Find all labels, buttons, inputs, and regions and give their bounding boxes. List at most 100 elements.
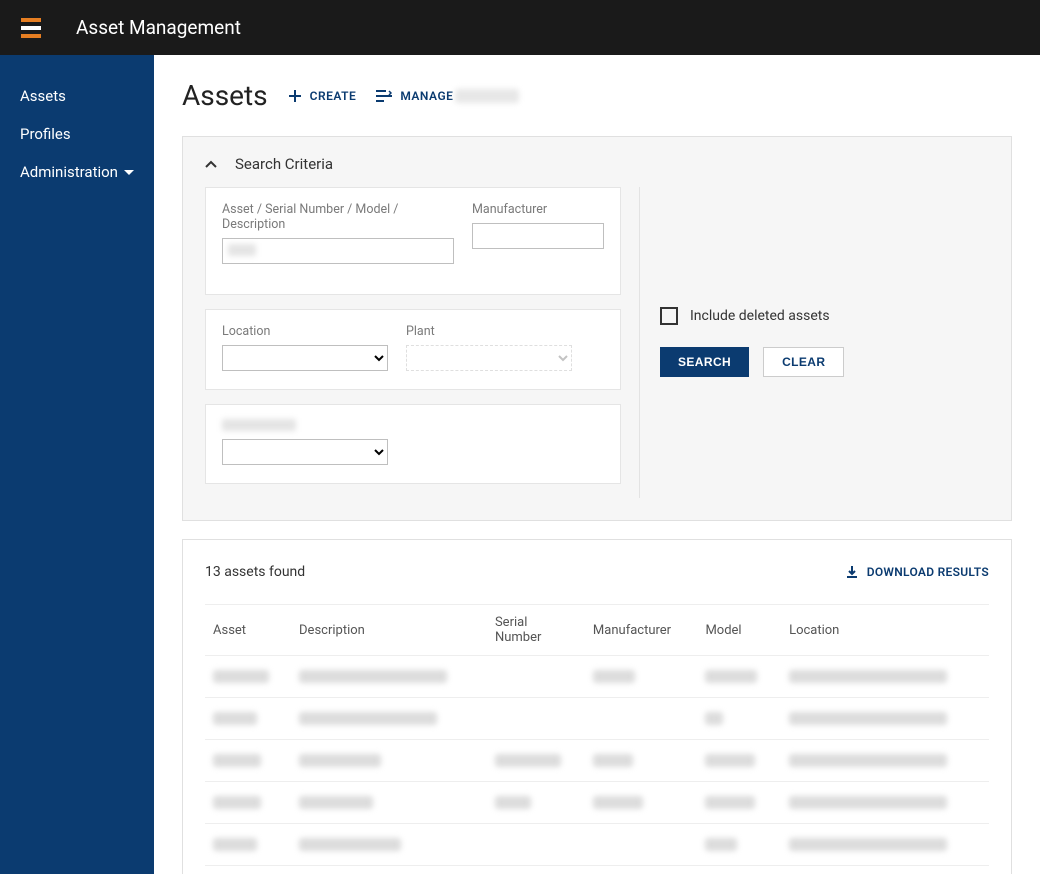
table-cell [781,824,989,866]
redacted-text [455,89,519,103]
plus-icon [288,89,302,103]
page-title: Assets [182,79,268,112]
table-cell [585,656,698,698]
asset-field-label: Asset / Serial Number / Model / Descript… [222,202,454,232]
app-logo [16,13,46,43]
redacted-text [789,670,947,683]
clear-button[interactable]: CLEAR [763,347,844,377]
search-card-location: Location Plant [205,309,621,390]
sidebar-item-profiles[interactable]: Profiles [0,115,154,153]
table-cell [697,740,781,782]
include-deleted-label: Include deleted assets [690,308,830,324]
manage-button[interactable]: MANAGE [376,89,519,103]
sidebar-item-label: Administration [20,163,118,181]
table-cell [291,656,487,698]
table-cell [205,824,291,866]
redacted-text [213,796,261,809]
top-bar: Asset Management [0,0,1040,55]
redacted-text [299,670,447,683]
create-label: CREATE [310,89,357,103]
redacted-text [299,838,401,851]
sidebar-item-administration[interactable]: Administration [0,153,154,191]
plant-select [406,345,572,371]
table-cell [487,698,585,740]
download-results-button[interactable]: DOWNLOAD RESULTS [845,565,989,579]
table-row[interactable] [205,698,989,740]
redacted-text [495,754,561,767]
redacted-text [213,712,257,725]
redacted-label [222,419,296,431]
table-cell [205,656,291,698]
page-header: Assets CREATE MANAGE [182,79,1012,112]
redacted-text [593,796,643,809]
redacted-text [299,754,381,767]
manage-label: MANAGE [400,89,453,103]
app-title: Asset Management [76,16,241,39]
table-cell [585,782,698,824]
redacted-text [705,754,755,767]
location-select[interactable] [222,345,388,371]
redacted-text [789,754,947,767]
download-label: DOWNLOAD RESULTS [867,565,989,579]
table-cell [291,698,487,740]
col-serial: Serial Number [487,605,585,656]
col-manufacturer: Manufacturer [585,605,698,656]
table-cell [487,782,585,824]
search-button[interactable]: SEARCH [660,347,749,377]
table-cell [697,824,781,866]
list-icon [376,90,392,102]
collapse-toggle[interactable] [205,160,217,168]
search-card-extra [205,404,621,484]
location-field-label: Location [222,324,388,339]
download-icon [845,565,859,579]
table-cell [781,782,989,824]
table-cell [487,740,585,782]
chevron-down-icon [124,170,134,175]
redacted-text [299,712,437,725]
table-cell [291,740,487,782]
redacted-text [789,712,947,725]
search-panel-title: Search Criteria [235,155,333,173]
redacted-text [213,838,257,851]
redacted-text [705,796,755,809]
results-count: 13 assets found [205,564,305,580]
table-cell [697,698,781,740]
table-cell [585,824,698,866]
search-card-text: Asset / Serial Number / Model / Descript… [205,187,621,295]
extra-select[interactable] [222,439,388,465]
table-cell [781,656,989,698]
table-row[interactable] [205,656,989,698]
redacted-text [299,796,373,809]
search-panel-header: Search Criteria [205,155,989,173]
table-row[interactable] [205,824,989,866]
manufacturer-input[interactable] [472,223,604,249]
table-row[interactable] [205,782,989,824]
col-asset: Asset [205,605,291,656]
include-deleted-checkbox[interactable] [660,307,678,325]
table-cell [585,698,698,740]
col-model: Model [697,605,781,656]
sidebar: Assets Profiles Administration [0,55,154,874]
create-button[interactable]: CREATE [288,89,357,103]
search-panel: Search Criteria Asset / Serial Number / … [182,136,1012,521]
table-cell [205,698,291,740]
redacted-text [593,670,635,683]
table-cell [585,740,698,782]
redacted-text [213,670,269,683]
redacted-text [705,838,737,851]
redacted-text [213,754,261,767]
table-row[interactable] [205,740,989,782]
sidebar-item-assets[interactable]: Assets [0,77,154,115]
asset-search-input[interactable] [222,238,454,264]
redacted-text [705,712,723,725]
content: Assets CREATE MANAGE Search Criter [154,55,1040,874]
table-cell [291,824,487,866]
table-cell [781,698,989,740]
results-table: Asset Description Serial Number Manufact… [205,604,989,866]
plant-field-label: Plant [406,324,572,339]
redacted-text [789,796,947,809]
redacted-text [705,670,757,683]
redacted-text [593,754,633,767]
table-cell [487,656,585,698]
redacted-text [789,838,947,851]
